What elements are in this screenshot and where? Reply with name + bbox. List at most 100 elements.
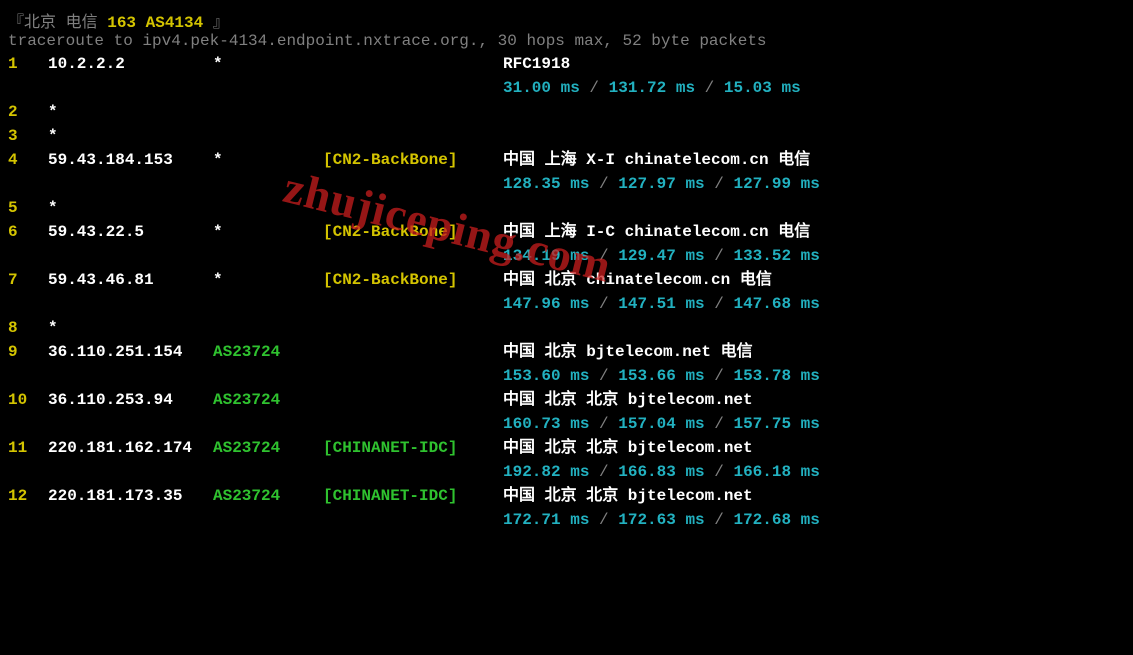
rtt-3: 15.03 ms (724, 79, 801, 97)
hop-number: 9 (8, 340, 48, 364)
hop-location: 中国 北京 北京 bjtelecom.net (503, 436, 1125, 460)
hop-asn: AS23724 (213, 484, 323, 508)
header-highlight: 163 AS4134 (107, 14, 203, 32)
hop-number: 4 (8, 148, 48, 172)
rtt-2: 127.97 ms (618, 175, 704, 193)
rtt-1: 31.00 ms (503, 79, 580, 97)
hop-ip: * (48, 196, 213, 220)
hop-ip: 59.43.22.5 (48, 220, 213, 244)
hop-network-tag: [CN2-BackBone] (323, 148, 503, 172)
hop-ip: * (48, 124, 213, 148)
hop-number: 10 (8, 388, 48, 412)
hop-row: 659.43.22.5*[CN2-BackBone]中国 上海 I-C chin… (8, 220, 1125, 244)
timing-values: 147.96 ms / 147.51 ms / 147.68 ms (503, 292, 820, 316)
hop-timings: 160.73 ms / 157.04 ms / 157.75 ms (8, 412, 1125, 436)
timing-separator: / (695, 79, 724, 97)
hop-network-tag: [CN2-BackBone] (323, 268, 503, 292)
rtt-1: 160.73 ms (503, 415, 589, 433)
hop-location: 中国 北京 bjtelecom.net 电信 (503, 340, 1125, 364)
timing-separator: / (589, 511, 618, 529)
hop-network-tag: [CN2-BackBone] (323, 220, 503, 244)
rtt-1: 128.35 ms (503, 175, 589, 193)
hop-number: 7 (8, 268, 48, 292)
hop-timings: 147.96 ms / 147.51 ms / 147.68 ms (8, 292, 1125, 316)
hop-network-tag: [CHINANET-IDC] (323, 436, 503, 460)
timing-values: 128.35 ms / 127.97 ms / 127.99 ms (503, 172, 820, 196)
header-suffix: 』 (203, 14, 229, 32)
rtt-3: 153.78 ms (733, 367, 819, 385)
hop-row: 2* (8, 100, 1125, 124)
timing-separator: / (705, 463, 734, 481)
hop-timings: 128.35 ms / 127.97 ms / 127.99 ms (8, 172, 1125, 196)
rtt-3: 147.68 ms (733, 295, 819, 313)
rtt-1: 147.96 ms (503, 295, 589, 313)
hop-ip: 59.43.46.81 (48, 268, 213, 292)
hop-row: 110.2.2.2* RFC1918 (8, 52, 1125, 76)
hop-location: 中国 北京 北京 bjtelecom.net (503, 484, 1125, 508)
hop-number: 1 (8, 52, 48, 76)
rtt-2: 131.72 ms (609, 79, 695, 97)
hop-number: 6 (8, 220, 48, 244)
rtt-2: 166.83 ms (618, 463, 704, 481)
timing-separator: / (705, 511, 734, 529)
hop-asn: * (213, 148, 323, 172)
hop-number: 2 (8, 100, 48, 124)
hop-row: 12220.181.173.35AS23724[CHINANET-IDC]中国 … (8, 484, 1125, 508)
timing-values: 153.60 ms / 153.66 ms / 153.78 ms (503, 364, 820, 388)
hop-location: 中国 上海 I-C chinatelecom.cn 电信 (503, 220, 1125, 244)
timing-separator: / (589, 463, 618, 481)
hop-row: 1036.110.253.94AS23724 中国 北京 北京 bjtelecom… (8, 388, 1125, 412)
hop-asn: AS23724 (213, 436, 323, 460)
hop-ip: 10.2.2.2 (48, 52, 213, 76)
hop-row: 459.43.184.153*[CN2-BackBone]中国 上海 X-I c… (8, 148, 1125, 172)
hop-timings: 172.71 ms / 172.63 ms / 172.68 ms (8, 508, 1125, 532)
hop-asn: * (213, 220, 323, 244)
hop-network-tag: [CHINANET-IDC] (323, 484, 503, 508)
timing-separator: / (589, 175, 618, 193)
rtt-1: 192.82 ms (503, 463, 589, 481)
timing-values: 192.82 ms / 166.83 ms / 166.18 ms (503, 460, 820, 484)
rtt-2: 172.63 ms (618, 511, 704, 529)
rtt-3: 133.52 ms (733, 247, 819, 265)
hop-row: 11220.181.162.174AS23724[CHINANET-IDC]中国… (8, 436, 1125, 460)
rtt-3: 127.99 ms (733, 175, 819, 193)
timing-values: 31.00 ms / 131.72 ms / 15.03 ms (503, 76, 801, 100)
hop-asn: AS23724 (213, 388, 323, 412)
hop-timings: 153.60 ms / 153.66 ms / 153.78 ms (8, 364, 1125, 388)
hop-ip: 220.181.162.174 (48, 436, 213, 460)
hop-ip: 36.110.253.94 (48, 388, 213, 412)
hop-ip: * (48, 316, 213, 340)
hop-asn: AS23724 (213, 340, 323, 364)
rtt-3: 166.18 ms (733, 463, 819, 481)
rtt-2: 153.66 ms (618, 367, 704, 385)
timing-separator: / (705, 295, 734, 313)
timing-separator: / (589, 415, 618, 433)
rtt-2: 147.51 ms (618, 295, 704, 313)
rtt-1: 153.60 ms (503, 367, 589, 385)
rtt-3: 172.68 ms (733, 511, 819, 529)
timing-separator: / (589, 295, 618, 313)
timing-values: 134.19 ms / 129.47 ms / 133.52 ms (503, 244, 820, 268)
hop-ip: 220.181.173.35 (48, 484, 213, 508)
hop-asn: * (213, 52, 323, 76)
rtt-1: 172.71 ms (503, 511, 589, 529)
hop-number: 12 (8, 484, 48, 508)
hop-row: 759.43.46.81*[CN2-BackBone]中国 北京 chinate… (8, 268, 1125, 292)
hop-timings: 192.82 ms / 166.83 ms / 166.18 ms (8, 460, 1125, 484)
hop-ip: 59.43.184.153 (48, 148, 213, 172)
timing-separator: / (589, 247, 618, 265)
timing-separator: / (705, 247, 734, 265)
hop-location: 中国 北京 北京 bjtelecom.net (503, 388, 1125, 412)
hop-row: 5* (8, 196, 1125, 220)
hop-location: RFC1918 (503, 52, 1125, 76)
hop-number: 8 (8, 316, 48, 340)
hop-location: 中国 北京 chinatelecom.cn 电信 (503, 268, 1125, 292)
hop-asn: * (213, 268, 323, 292)
hop-row: 8* (8, 316, 1125, 340)
timing-values: 172.71 ms / 172.63 ms / 172.68 ms (503, 508, 820, 532)
hops-output: 110.2.2.2*RFC191831.00 ms / 131.72 ms / … (8, 52, 1125, 532)
hop-ip: * (48, 100, 213, 124)
timing-separator: / (580, 79, 609, 97)
hop-ip: 36.110.251.154 (48, 340, 213, 364)
timing-separator: / (705, 415, 734, 433)
